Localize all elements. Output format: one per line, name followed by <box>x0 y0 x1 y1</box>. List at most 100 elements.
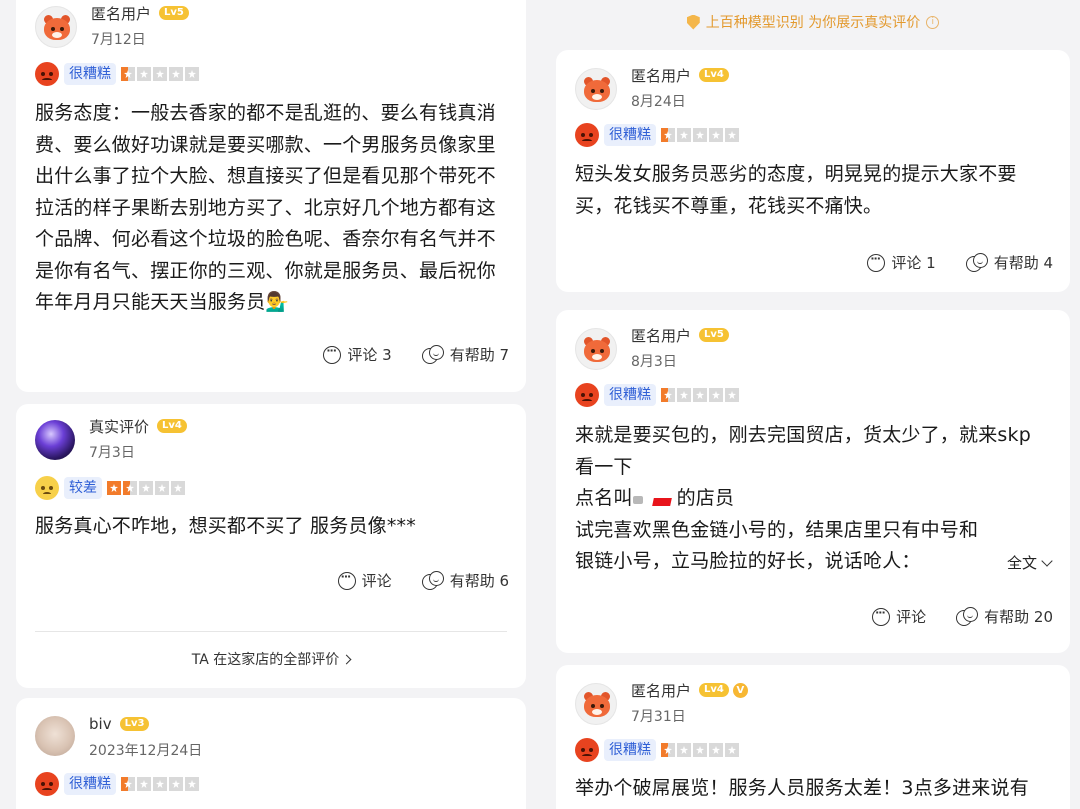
star-rating <box>661 743 739 757</box>
review-actions: 评论 有帮助 20 <box>872 606 1053 627</box>
username[interactable]: 匿名用户 <box>631 680 691 701</box>
review-text[interactable]: 服务真心不咋地，想买都不买了 服务员像*** <box>35 511 509 543</box>
avatar[interactable] <box>35 420 75 460</box>
comment-button[interactable]: 评论 1 <box>867 252 936 273</box>
helpful-icon <box>421 570 444 591</box>
star-icon <box>661 388 675 402</box>
comment-button[interactable]: 评论 <box>337 570 392 591</box>
review-card[interactable]: 真实评价 Lv4 7月3日 较差 服务真心不咋地，想买都不买了 服务员像*** … <box>16 404 526 688</box>
avatar[interactable] <box>575 68 617 110</box>
star-icon <box>153 777 167 791</box>
helpful-button[interactable]: 有帮助 6 <box>421 570 509 591</box>
all-reviews-label: TA 在这家店的全部评价 <box>191 652 340 668</box>
comment-count: 评论 <box>896 608 927 626</box>
comment-icon <box>872 606 891 626</box>
angry-face-icon <box>35 772 59 796</box>
username[interactable]: 匿名用户 <box>631 325 691 346</box>
star-icon <box>677 388 691 402</box>
angry-face-icon <box>575 123 599 147</box>
avatar[interactable] <box>575 328 617 370</box>
star-icon <box>709 743 723 757</box>
star-icon <box>725 388 739 402</box>
review-card[interactable]: biv Lv3 2023年12月24日 很糟糕 <box>16 698 526 809</box>
helpful-button[interactable]: 有帮助 7 <box>421 344 509 365</box>
review-date: 7月3日 <box>89 445 135 461</box>
review-card[interactable]: 匿名用户 Lv4 8月24日 很糟糕 短头发女服务员恶劣的态度，明晃晃的提示大家… <box>556 50 1070 292</box>
angry-face-icon <box>35 62 59 86</box>
banner-text: 上百种模型识别 为你展示真实评价 <box>705 15 921 31</box>
star-icon <box>121 67 135 81</box>
review-text[interactable]: 服务态度：一般去香家的都不是乱逛的、要么有钱真消费、要么做好功课就是要买哪款、一… <box>35 98 509 319</box>
review-user-row: 匿名用户 Lv4 8月24日 <box>575 65 729 111</box>
review-card[interactable]: 匿名用户 Lv5 8月3日 很糟糕 来就是要买包的，刚去完国贸店，货太少了，就来… <box>556 310 1070 653</box>
review-text[interactable]: 举办个破屌展览！服务人员服务太差！3点多进来说有 <box>575 773 1053 805</box>
angry-face-icon <box>575 738 599 762</box>
star-icon <box>725 743 739 757</box>
star-icon <box>171 481 185 495</box>
rating-label: 很糟糕 <box>604 739 656 761</box>
star-icon <box>725 128 739 142</box>
review-date: 7月12日 <box>91 32 146 48</box>
review-card[interactable]: 匿名用户 Lv5 7月12日 很糟糕 服务态度：一般去香家的都不是乱逛的、要么有… <box>16 0 526 392</box>
star-icon <box>693 743 707 757</box>
review-text[interactable]: 来就是要买包的，刚去完国贸店，货太少了，就来skp 看一下 点名叫 的店员 试完喜… <box>575 420 1053 578</box>
review-card[interactable]: 匿名用户 Lv4 V 7月31日 很糟糕 举办个破屌展览！服务人员服务太差！3点… <box>556 665 1070 809</box>
review-text[interactable]: 短头发女服务员恶劣的态度，明晃晃的提示大家不要买，花钱买不尊重，花钱买不痛快。 <box>575 159 1053 222</box>
level-badge: Lv5 <box>159 6 189 20</box>
comment-icon <box>337 570 356 590</box>
avatar[interactable] <box>35 716 75 756</box>
comment-icon <box>323 344 342 364</box>
avatar[interactable] <box>575 683 617 725</box>
avatar[interactable] <box>35 6 77 48</box>
full-text-toggle[interactable]: 全文 <box>1006 552 1053 573</box>
star-rating <box>661 128 739 142</box>
review-user-row: biv Lv3 2023年12月24日 <box>35 715 202 760</box>
level-badge: Lv5 <box>699 328 729 342</box>
helpful-icon <box>956 606 979 627</box>
level-badge: Lv4 <box>699 683 729 697</box>
rating-row: 很糟糕 <box>575 383 739 407</box>
helpful-button[interactable]: 有帮助 4 <box>965 252 1053 273</box>
rating-label: 较差 <box>64 477 102 499</box>
star-rating <box>661 388 739 402</box>
all-reviews-link[interactable]: TA 在这家店的全部评价 <box>16 649 526 669</box>
review-line-part: 的店员 <box>676 487 735 509</box>
comment-count: 评论 3 <box>347 346 392 364</box>
star-icon <box>677 128 691 142</box>
username[interactable]: 匿名用户 <box>631 65 691 86</box>
full-text-label: 全文 <box>1006 554 1037 572</box>
divider <box>35 631 507 632</box>
username[interactable]: 匿名用户 <box>91 3 151 24</box>
star-icon <box>709 388 723 402</box>
angry-face-icon <box>575 383 599 407</box>
review-line: 看一下 <box>575 455 633 478</box>
star-icon <box>677 743 691 757</box>
star-icon <box>661 743 675 757</box>
review-user-row: 匿名用户 Lv5 8月3日 <box>575 325 729 371</box>
level-badge: Lv4 <box>699 68 729 82</box>
shield-icon <box>686 14 700 30</box>
info-icon[interactable]: i <box>926 15 940 29</box>
comment-button[interactable]: 评论 3 <box>323 344 392 365</box>
star-icon <box>123 481 137 495</box>
username[interactable]: 真实评价 <box>89 416 149 437</box>
helpful-button[interactable]: 有帮助 20 <box>956 606 1053 627</box>
rating-row: 很糟糕 <box>575 123 739 147</box>
helpful-icon <box>965 252 988 273</box>
comment-count: 评论 <box>361 572 392 590</box>
star-rating <box>121 777 199 791</box>
rating-row: 很糟糕 <box>35 62 199 86</box>
star-icon <box>185 67 199 81</box>
rating-row: 较差 <box>35 476 185 500</box>
authenticity-banner[interactable]: 上百种模型识别 为你展示真实评价 i <box>556 12 1070 32</box>
review-actions: 评论 3 有帮助 7 <box>323 344 509 365</box>
comment-button[interactable]: 评论 <box>872 606 926 627</box>
helpful-count: 有帮助 6 <box>449 572 509 590</box>
helpful-count: 有帮助 7 <box>449 346 509 364</box>
rating-row: 很糟糕 <box>35 772 199 796</box>
review-date: 8月24日 <box>631 94 686 110</box>
star-icon <box>155 481 169 495</box>
review-date: 7月31日 <box>631 709 686 725</box>
star-icon <box>709 128 723 142</box>
username[interactable]: biv <box>89 715 112 733</box>
